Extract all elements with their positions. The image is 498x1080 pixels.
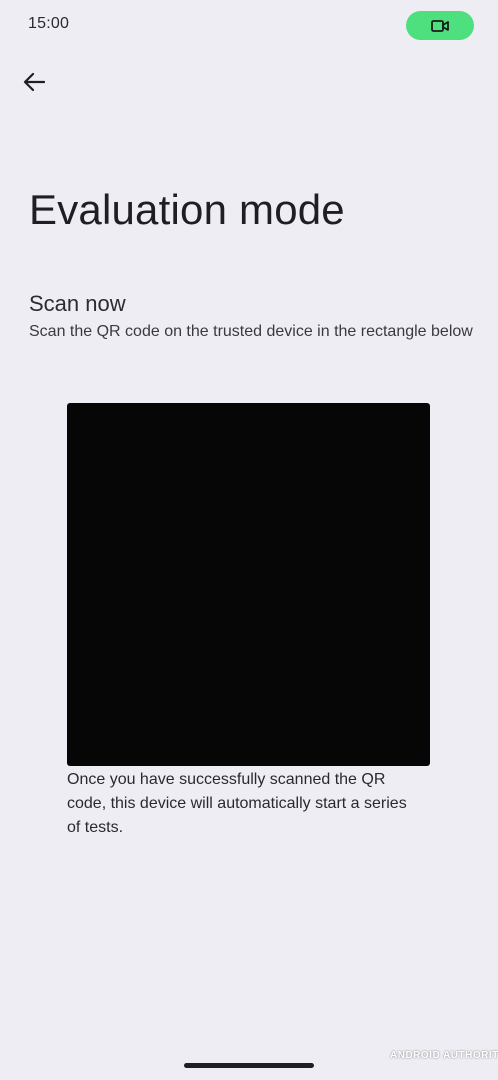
status-bar: 15:00	[0, 0, 498, 50]
qr-camera-viewfinder[interactable]	[67, 403, 430, 766]
watermark: ANDROID AUTHORITY	[390, 1050, 498, 1061]
video-camera-icon	[431, 19, 449, 33]
status-time: 15:00	[28, 15, 70, 32]
scan-heading: Scan now	[29, 291, 126, 316]
back-button[interactable]	[16, 66, 52, 102]
arrow-back-icon	[23, 72, 46, 97]
page-title: Evaluation mode	[29, 186, 345, 233]
gesture-navigation-handle[interactable]	[184, 1063, 314, 1068]
screen-recording-indicator[interactable]	[406, 11, 474, 40]
scan-description: Scan the QR code on the trusted device i…	[29, 323, 473, 340]
scan-footer-note: Once you have successfully scanned the Q…	[67, 771, 407, 836]
